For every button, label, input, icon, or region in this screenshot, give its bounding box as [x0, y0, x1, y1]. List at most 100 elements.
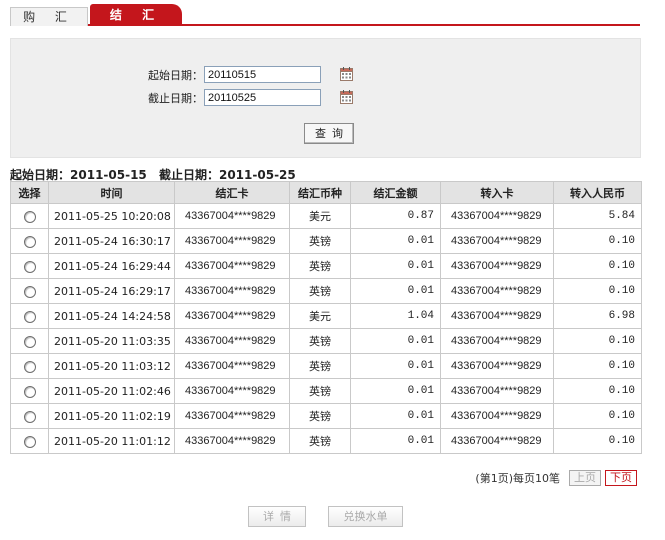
select-cell: [10, 303, 49, 329]
query-button[interactable]: 查询: [304, 123, 354, 144]
calendar-icon[interactable]: [340, 67, 353, 81]
page-info: (第1页)每页10笔: [475, 472, 560, 485]
cell-currency: 英镑: [289, 353, 351, 379]
table-row[interactable]: 2011-05-20 11:03:35 43367004****9829 英镑 0.0…: [10, 328, 642, 354]
search-panel: 起始日期： 截止日期： 查询: [10, 38, 641, 158]
cell-amount: 0.87: [350, 203, 441, 229]
cell-rmb: 0.10: [553, 228, 642, 254]
cell-card: 43367004****9829: [174, 278, 290, 304]
cell-time: 2011-05-25 10:20:08: [48, 203, 175, 229]
cell-time: 2011-05-20 11:01:12: [48, 428, 175, 454]
end-date-label: 截止日期：: [148, 92, 203, 105]
table-row[interactable]: 2011-05-24 16:29:17 43367004****9829 英镑 0.0…: [10, 278, 642, 304]
table-row[interactable]: 2011-05-24 14:24:58 43367004****9829 美元 1.0…: [10, 303, 642, 329]
cell-amount: 0.01: [350, 353, 441, 379]
cell-amount: 0.01: [350, 253, 441, 279]
tab-buy-fx[interactable]: 购 汇: [10, 7, 88, 26]
cell-card: 43367004****9829: [174, 428, 290, 454]
cell-card: 43367004****9829: [174, 228, 290, 254]
cell-card: 43367004****9829: [174, 403, 290, 429]
col-header-currency: 结汇币种: [289, 181, 351, 204]
range-end-label: 截止日期：: [158, 168, 219, 182]
cell-to-card: 43367004****9829: [440, 403, 554, 429]
col-header-select: 选择: [10, 181, 49, 204]
cell-to-card: 43367004****9829: [440, 328, 554, 354]
range-end-value: 2011-05-25: [218, 168, 296, 182]
cell-rmb: 0.10: [553, 278, 642, 304]
cell-to-card: 43367004****9829: [440, 203, 554, 229]
cell-time: 2011-05-20 11:03:12: [48, 353, 175, 379]
select-cell: [10, 403, 49, 429]
calendar-icon[interactable]: [340, 90, 353, 104]
cell-rmb: 0.10: [553, 353, 642, 379]
row-select-radio[interactable]: [23, 210, 36, 223]
cell-amount: 0.01: [350, 328, 441, 354]
prev-page-button[interactable]: 上页: [569, 470, 601, 486]
cell-card: 43367004****9829: [174, 303, 290, 329]
cell-currency: 英镑: [289, 278, 351, 304]
cell-to-card: 43367004****9829: [440, 253, 554, 279]
select-cell: [10, 378, 49, 404]
table-row[interactable]: 2011-05-20 11:02:46 43367004****9829 英镑 0.0…: [10, 378, 642, 404]
table-row[interactable]: 2011-05-25 10:20:08 43367004****9829 美元 0.8…: [10, 203, 642, 229]
cell-time: 2011-05-20 11:02:46: [48, 378, 175, 404]
cell-to-card: 43367004****9829: [440, 428, 554, 454]
cell-currency: 英镑: [289, 328, 351, 354]
row-select-radio[interactable]: [23, 235, 36, 248]
row-select-radio[interactable]: [23, 260, 36, 273]
row-select-radio[interactable]: [23, 410, 36, 423]
cell-card: 43367004****9829: [174, 378, 290, 404]
row-select-radio[interactable]: [23, 360, 36, 373]
range-start-value: 2011-05-15: [70, 168, 147, 182]
tab-sell-fx[interactable]: 结 汇: [90, 4, 182, 26]
cell-rmb: 0.10: [553, 378, 642, 404]
cell-currency: 英镑: [289, 253, 351, 279]
table-row[interactable]: 2011-05-20 11:01:12 43367004****9829 英镑 0.0…: [10, 428, 642, 454]
table-row[interactable]: 2011-05-24 16:29:44 43367004****9829 英镑 0.0…: [10, 253, 642, 279]
row-select-radio[interactable]: [23, 310, 36, 323]
row-select-radio[interactable]: [23, 435, 36, 448]
exchange-receipt-button[interactable]: 兑换水单: [328, 506, 403, 527]
cell-card: 43367004****9829: [174, 203, 290, 229]
select-cell: [10, 328, 49, 354]
cell-amount: 0.01: [350, 278, 441, 304]
cell-time: 2011-05-24 14:24:58: [48, 303, 175, 329]
end-date-row: 截止日期：: [11, 89, 640, 107]
start-date-row: 起始日期：: [11, 66, 640, 84]
cell-amount: 0.01: [350, 228, 441, 254]
col-header-time: 时间: [48, 181, 175, 204]
cell-time: 2011-05-24 16:29:17: [48, 278, 175, 304]
cell-card: 43367004****9829: [174, 353, 290, 379]
select-cell: [10, 278, 49, 304]
start-date-input[interactable]: [204, 66, 321, 83]
results-table: 选择 时间 结汇卡 结汇币种 结汇金额 转入卡 转入人民币 2011-05-25…: [10, 181, 642, 454]
next-page-button[interactable]: 下页: [605, 470, 637, 486]
end-date-input[interactable]: [204, 89, 321, 106]
cell-currency: 英镑: [289, 378, 351, 404]
cell-amount: 0.01: [350, 428, 441, 454]
select-cell: [10, 428, 49, 454]
select-cell: [10, 353, 49, 379]
col-header-card: 结汇卡: [174, 181, 290, 204]
row-select-radio[interactable]: [23, 385, 36, 398]
cell-time: 2011-05-20 11:03:35: [48, 328, 175, 354]
cell-to-card: 43367004****9829: [440, 228, 554, 254]
row-select-radio[interactable]: [23, 285, 36, 298]
table-row[interactable]: 2011-05-20 11:03:12 43367004****9829 英镑 0.0…: [10, 353, 642, 379]
tab-bar: 购 汇 结 汇: [10, 4, 640, 26]
cell-currency: 美元: [289, 303, 351, 329]
cell-amount: 1.04: [350, 303, 441, 329]
cell-rmb: 6.98: [553, 303, 642, 329]
cell-currency: 英镑: [289, 428, 351, 454]
col-header-to-card: 转入卡: [440, 181, 554, 204]
row-select-radio[interactable]: [23, 335, 36, 348]
select-cell: [10, 253, 49, 279]
table-row[interactable]: 2011-05-20 11:02:19 43367004****9829 英镑 0.0…: [10, 403, 642, 429]
col-header-rmb: 转入人民币: [553, 181, 642, 204]
select-cell: [10, 228, 49, 254]
cell-to-card: 43367004****9829: [440, 353, 554, 379]
table-row[interactable]: 2011-05-24 16:30:17 43367004****9829 英镑 0.0…: [10, 228, 642, 254]
cell-to-card: 43367004****9829: [440, 278, 554, 304]
cell-card: 43367004****9829: [174, 328, 290, 354]
detail-button[interactable]: 详情: [248, 506, 306, 527]
